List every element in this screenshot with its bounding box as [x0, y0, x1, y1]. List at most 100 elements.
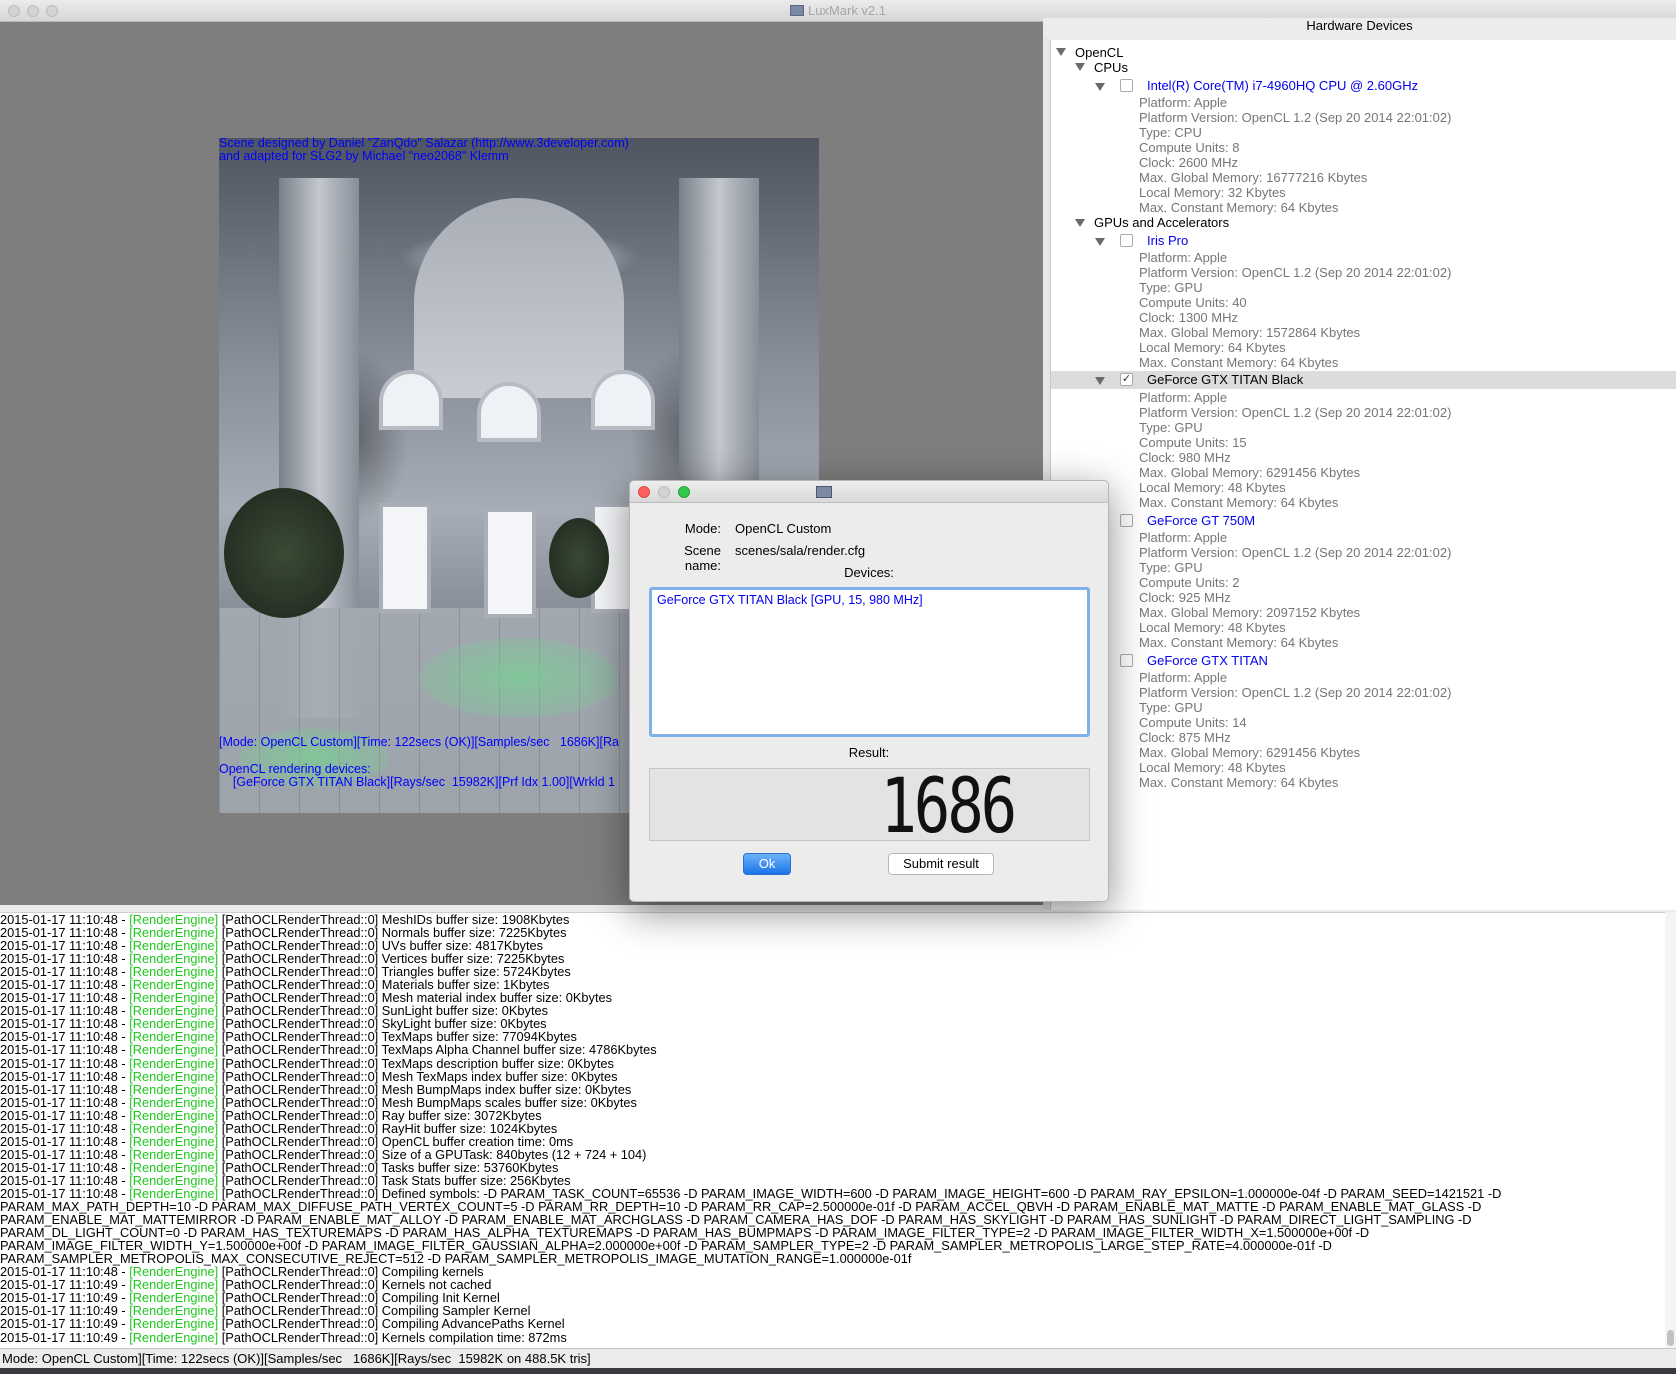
device-name-titan-black[interactable]: GeForce GTX TITAN Black [1147, 372, 1303, 387]
device-checkbox-gt-750m[interactable] [1120, 514, 1133, 527]
expand-triangle-icon[interactable] [1056, 48, 1066, 56]
device-name-gt-750m[interactable]: GeForce GT 750M [1147, 513, 1255, 528]
device-prop: Local Memory: 64 Kbytes [1139, 340, 1286, 355]
result-dialog: Mode: OpenCL Custom Scene name: scenes/s… [629, 480, 1109, 902]
device-prop: Max. Global Memory: 6291456 Kbytes [1139, 745, 1361, 760]
mode-value: OpenCL Custom [735, 521, 832, 536]
device-prop: Platform: Apple [1139, 530, 1228, 545]
result-label: Result: [848, 745, 890, 760]
dialog-minimize-button[interactable] [658, 486, 670, 498]
device-prop: Compute Units: 14 [1139, 715, 1247, 730]
log-scrollbar-thumb[interactable] [1667, 1330, 1674, 1346]
tree-item-cpus[interactable]: CPUs [1094, 60, 1128, 75]
rendering-devices-label: OpenCL rendering devices: [219, 762, 371, 776]
device-prop: Compute Units: 8 [1139, 140, 1240, 155]
device-prop: Type: GPU [1139, 560, 1203, 575]
device-prop: Local Memory: 48 Kbytes [1139, 480, 1286, 495]
submit-result-button[interactable]: Submit result [888, 853, 994, 875]
scene-window [379, 370, 443, 430]
status-bar: Mode: OpenCL Custom][Time: 122secs (OK)]… [0, 1348, 1676, 1368]
tree-item-gpus[interactable]: GPUs and Accelerators [1094, 215, 1229, 230]
devices-label: Devices: [844, 565, 894, 580]
devices-list-item[interactable]: GeForce GTX TITAN Black [GPU, 15, 980 MH… [657, 593, 1082, 607]
expand-triangle-icon[interactable] [1075, 219, 1085, 227]
device-prop: Local Memory: 48 Kbytes [1139, 620, 1286, 635]
log-output[interactable]: 2015-01-17 11:10:48 - [RenderEngine] [Pa… [0, 912, 1665, 1348]
log-line: 2015-01-17 11:10:49 - [RenderEngine] [Pa… [0, 1329, 1665, 1345]
tree-item-opencl[interactable]: OpenCL [1075, 45, 1123, 60]
device-prop: Max. Global Memory: 6291456 Kbytes [1139, 465, 1361, 480]
scene-light-patch [419, 638, 619, 718]
dialog-close-button[interactable] [638, 486, 650, 498]
device-prop: Max. Constant Memory: 64 Kbytes [1139, 200, 1339, 215]
device-prop: Clock: 980 MHz [1139, 450, 1231, 465]
device-prop: Platform: Apple [1139, 670, 1228, 685]
device-prop: Type: GPU [1139, 420, 1203, 435]
device-checkbox-gtx-titan[interactable] [1120, 654, 1133, 667]
device-prop: Platform Version: OpenCL 1.2 (Sep 20 201… [1139, 265, 1452, 280]
device-prop: Max. Constant Memory: 64 Kbytes [1139, 355, 1339, 370]
device-prop: Clock: 2600 MHz [1139, 155, 1238, 170]
device-prop: Clock: 875 MHz [1139, 730, 1231, 745]
expand-triangle-icon[interactable] [1095, 83, 1105, 91]
device-prop: Max. Global Memory: 1572864 Kbytes [1139, 325, 1361, 340]
dialog-app-icon [816, 486, 832, 498]
scene-door [379, 503, 431, 613]
device-prop: Local Memory: 32 Kbytes [1139, 185, 1286, 200]
selected-row-highlight [1051, 371, 1676, 389]
device-prop: Max. Constant Memory: 64 Kbytes [1139, 495, 1339, 510]
device-prop: Type: CPU [1139, 125, 1202, 140]
log-timestamp: 2015-01-17 11:10:49 - [0, 1329, 130, 1345]
device-prop: Local Memory: 48 Kbytes [1139, 760, 1286, 775]
device-prop: Compute Units: 15 [1139, 435, 1247, 450]
dialog-title-bar [630, 481, 1108, 503]
device-checkbox-iris-pro[interactable] [1120, 234, 1133, 247]
device-prop: Max. Constant Memory: 64 Kbytes [1139, 635, 1339, 650]
scene-dome [414, 198, 624, 398]
device-prop: Max. Global Memory: 16777216 Kbytes [1139, 170, 1368, 185]
hardware-devices-header: Hardware Devices [1043, 18, 1676, 38]
device-prop: Clock: 925 MHz [1139, 590, 1231, 605]
device-name-iris-pro[interactable]: Iris Pro [1147, 233, 1188, 248]
ok-button[interactable]: Ok [743, 853, 791, 875]
device-prop: Type: GPU [1139, 700, 1203, 715]
rendering-device-line: [GeForce GTX TITAN Black][Rays/sec 15982… [219, 776, 615, 789]
device-prop: Platform: Apple [1139, 250, 1228, 265]
log-message: [PathOCLRenderThread::0] Kernels compila… [218, 1329, 567, 1345]
scene-window [477, 382, 541, 442]
desktop-background [0, 1368, 1676, 1374]
device-checkbox-titan-black[interactable]: ✓ [1120, 373, 1133, 386]
scene-credit-line-2: and adapted for SLG2 by Michael "neo2068… [219, 149, 509, 163]
app-icon [789, 5, 804, 16]
expand-triangle-icon[interactable] [1095, 238, 1105, 246]
scene-window [591, 370, 655, 430]
device-name-gtx-titan[interactable]: GeForce GTX TITAN [1147, 653, 1268, 668]
expand-triangle-icon[interactable] [1075, 63, 1085, 71]
device-prop: Platform: Apple [1139, 390, 1228, 405]
scene-name-value: scenes/sala/render.cfg [735, 543, 866, 558]
device-name-cpu[interactable]: Intel(R) Core(TM) i7-4960HQ CPU @ 2.60GH… [1147, 78, 1418, 93]
device-prop: Platform Version: OpenCL 1.2 (Sep 20 201… [1139, 685, 1452, 700]
result-display: 1686 [649, 761, 1090, 850]
device-prop: Clock: 1300 MHz [1139, 310, 1238, 325]
device-prop: Platform Version: OpenCL 1.2 (Sep 20 201… [1139, 110, 1452, 125]
render-stats-line: [Mode: OpenCL Custom][Time: 122secs (OK)… [219, 736, 619, 749]
mode-label: Mode: [684, 521, 721, 536]
scene-door [484, 508, 536, 618]
device-prop: Platform Version: OpenCL 1.2 (Sep 20 201… [1139, 405, 1452, 420]
scene-plant [549, 518, 609, 598]
log-scrollbar[interactable] [1665, 912, 1676, 1348]
window-title: LuxMark v2.1 [0, 3, 1676, 18]
expand-triangle-icon[interactable] [1095, 377, 1105, 385]
result-score: 1686 [880, 761, 1017, 850]
device-prop: Compute Units: 40 [1139, 295, 1247, 310]
device-prop: Compute Units: 2 [1139, 575, 1240, 590]
device-prop: Platform Version: OpenCL 1.2 (Sep 20 201… [1139, 545, 1452, 560]
device-checkbox-cpu[interactable] [1120, 79, 1133, 92]
devices-list[interactable]: GeForce GTX TITAN Black [GPU, 15, 980 MH… [649, 587, 1090, 737]
device-prop: Max. Global Memory: 2097152 Kbytes [1139, 605, 1361, 620]
scene-plant [224, 488, 344, 618]
device-prop: Type: GPU [1139, 280, 1203, 295]
dialog-zoom-button[interactable] [678, 486, 690, 498]
device-prop: Max. Constant Memory: 64 Kbytes [1139, 775, 1339, 790]
